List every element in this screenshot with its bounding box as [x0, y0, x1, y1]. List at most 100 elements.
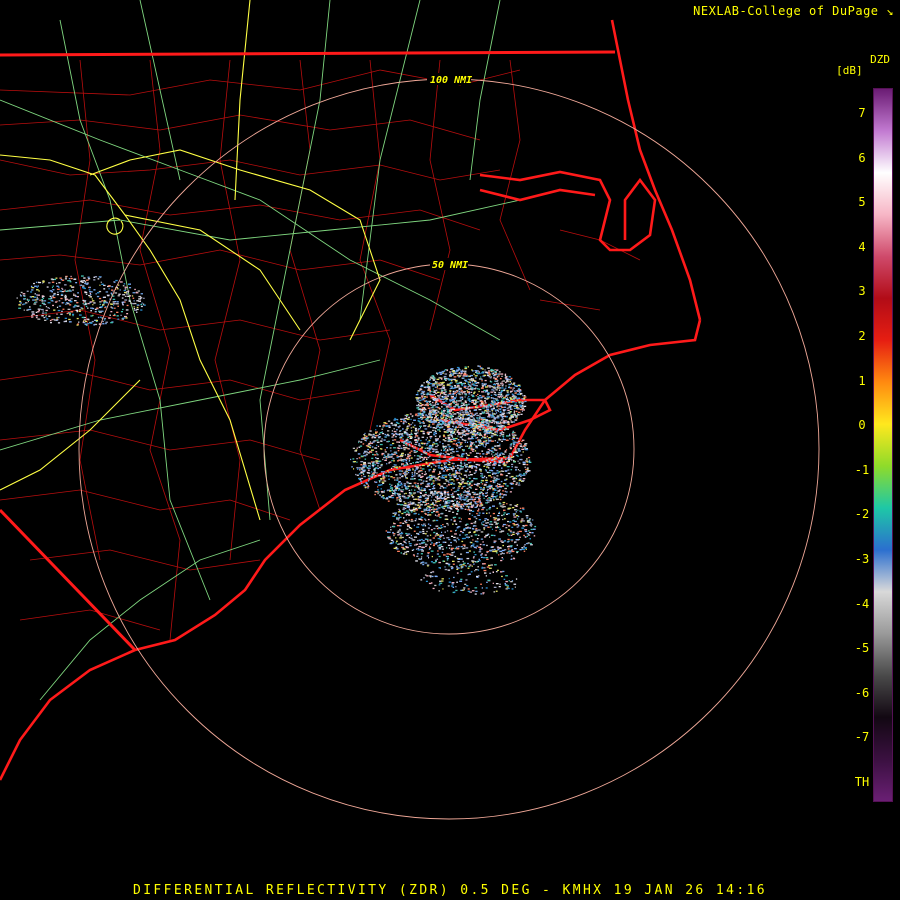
radar-echo-speck	[41, 312, 45, 314]
radar-echo-speck	[417, 539, 419, 542]
radar-echo-speck	[65, 290, 68, 292]
radar-echo-speck	[449, 391, 451, 393]
radar-echo-speck	[387, 454, 390, 456]
radar-echo-speck	[467, 413, 470, 415]
radar-echo-speck	[436, 507, 438, 510]
radar-echo-speck	[447, 424, 450, 426]
radar-echo-speck	[101, 283, 104, 285]
radar-echo-speck	[84, 303, 85, 306]
radar-echo-speck	[439, 516, 442, 519]
radar-echo-speck	[392, 439, 394, 441]
radar-echo-speck	[375, 481, 378, 483]
radar-echo-speck	[505, 378, 509, 380]
radar-echo-speck	[452, 438, 456, 440]
radar-echo-speck	[526, 533, 529, 535]
radar-echo-speck	[483, 486, 485, 489]
radar-echo-speck	[503, 409, 507, 411]
radar-echo-speck	[123, 289, 126, 292]
radar-echo-speck	[52, 289, 55, 291]
radar-echo-speck	[68, 321, 72, 323]
radar-echo-speck	[512, 395, 516, 397]
radar-echo-speck	[468, 447, 471, 449]
radar-echo-speck	[95, 293, 97, 295]
radar-echo-speck	[408, 434, 411, 436]
radar-echo-speck	[449, 400, 451, 402]
radar-echo-speck	[413, 507, 415, 509]
radar-echo-speck	[491, 470, 494, 472]
radar-echo-speck	[484, 369, 486, 371]
radar-echo-speck	[503, 422, 505, 424]
radar-echo-speck	[377, 489, 379, 491]
radar-echo-speck	[132, 303, 135, 305]
radar-echo-speck	[458, 501, 461, 503]
radar-echo-speck	[432, 506, 434, 508]
radar-echo-speck	[440, 534, 443, 536]
radar-echo-speck	[369, 430, 372, 432]
radar-echo-speck	[514, 392, 517, 394]
radar-echo-speck	[413, 473, 416, 475]
radar-echo-speck	[359, 445, 363, 447]
radar-echo-speck	[368, 472, 371, 474]
radar-echo-speck	[374, 464, 377, 466]
radar-echo-speck	[473, 461, 476, 463]
radar-echo-speck	[498, 389, 501, 391]
radar-echo-speck	[93, 302, 96, 304]
radar-echo-speck	[480, 470, 482, 472]
radar-echo-speck	[454, 533, 457, 535]
radar-echo-speck	[402, 463, 404, 465]
radar-echo-speck	[360, 455, 363, 457]
radar-echo-speck	[440, 417, 444, 419]
radar-echo-speck	[414, 414, 417, 416]
radar-echo-speck	[485, 459, 489, 461]
radar-echo-speck	[447, 449, 449, 451]
radar-echo-speck	[489, 480, 493, 483]
radar-echo-speck	[518, 479, 522, 482]
radar-echo-speck	[382, 432, 385, 435]
radar-echo-speck	[458, 369, 461, 371]
radar-echo-speck	[458, 372, 461, 375]
radar-echo-speck	[459, 398, 462, 400]
radar-echo-speck	[471, 399, 474, 402]
radar-echo-speck	[52, 285, 54, 287]
radar-echo-speck	[415, 518, 417, 520]
radar-echo-speck	[521, 520, 523, 522]
radar-echo-speck	[521, 446, 523, 448]
radar-echo-speck	[511, 438, 514, 440]
radar-echo-speck	[391, 497, 395, 499]
radar-echo-speck	[482, 461, 485, 463]
radar-echo-speck	[454, 555, 457, 558]
radar-echo-speck	[509, 530, 512, 532]
radar-echo-speck	[449, 399, 452, 401]
major-highways	[0, 0, 381, 521]
radar-echo-speck	[492, 455, 494, 457]
radar-echo-speck	[409, 501, 412, 503]
radar-echo-speck	[432, 388, 434, 390]
radar-echo-speck	[396, 429, 398, 431]
radar-echo-speck	[459, 483, 462, 485]
radar-echo-speck	[480, 400, 484, 402]
radar-echo-speck	[374, 475, 377, 477]
radar-echo-speck	[480, 548, 483, 550]
radar-echo-speck	[496, 492, 498, 494]
radar-echo-speck	[505, 397, 508, 400]
radar-echo-speck	[75, 309, 79, 311]
radar-echo-speck	[399, 528, 401, 531]
radar-echo-speck	[437, 459, 440, 461]
radar-echo-speck	[502, 421, 504, 423]
radar-echo-speck	[475, 467, 478, 469]
radar-echo-speck	[362, 473, 364, 475]
radar-echo-speck	[442, 560, 445, 562]
radar-echo-speck	[481, 421, 483, 423]
radar-echo-speck	[420, 469, 423, 472]
radar-echo-speck	[438, 388, 440, 390]
radar-echo-speck	[436, 505, 439, 507]
radar-echo-speck	[473, 403, 476, 405]
radar-echo-speck	[493, 388, 497, 390]
radar-echo-speck	[418, 413, 421, 415]
radar-echo-speck	[513, 383, 515, 385]
radar-echo-speck	[353, 468, 355, 470]
radar-echo-speck	[490, 435, 494, 437]
radar-echo-speck	[95, 319, 98, 322]
radar-echo-speck	[429, 383, 432, 385]
radar-echo-speck	[100, 306, 104, 308]
